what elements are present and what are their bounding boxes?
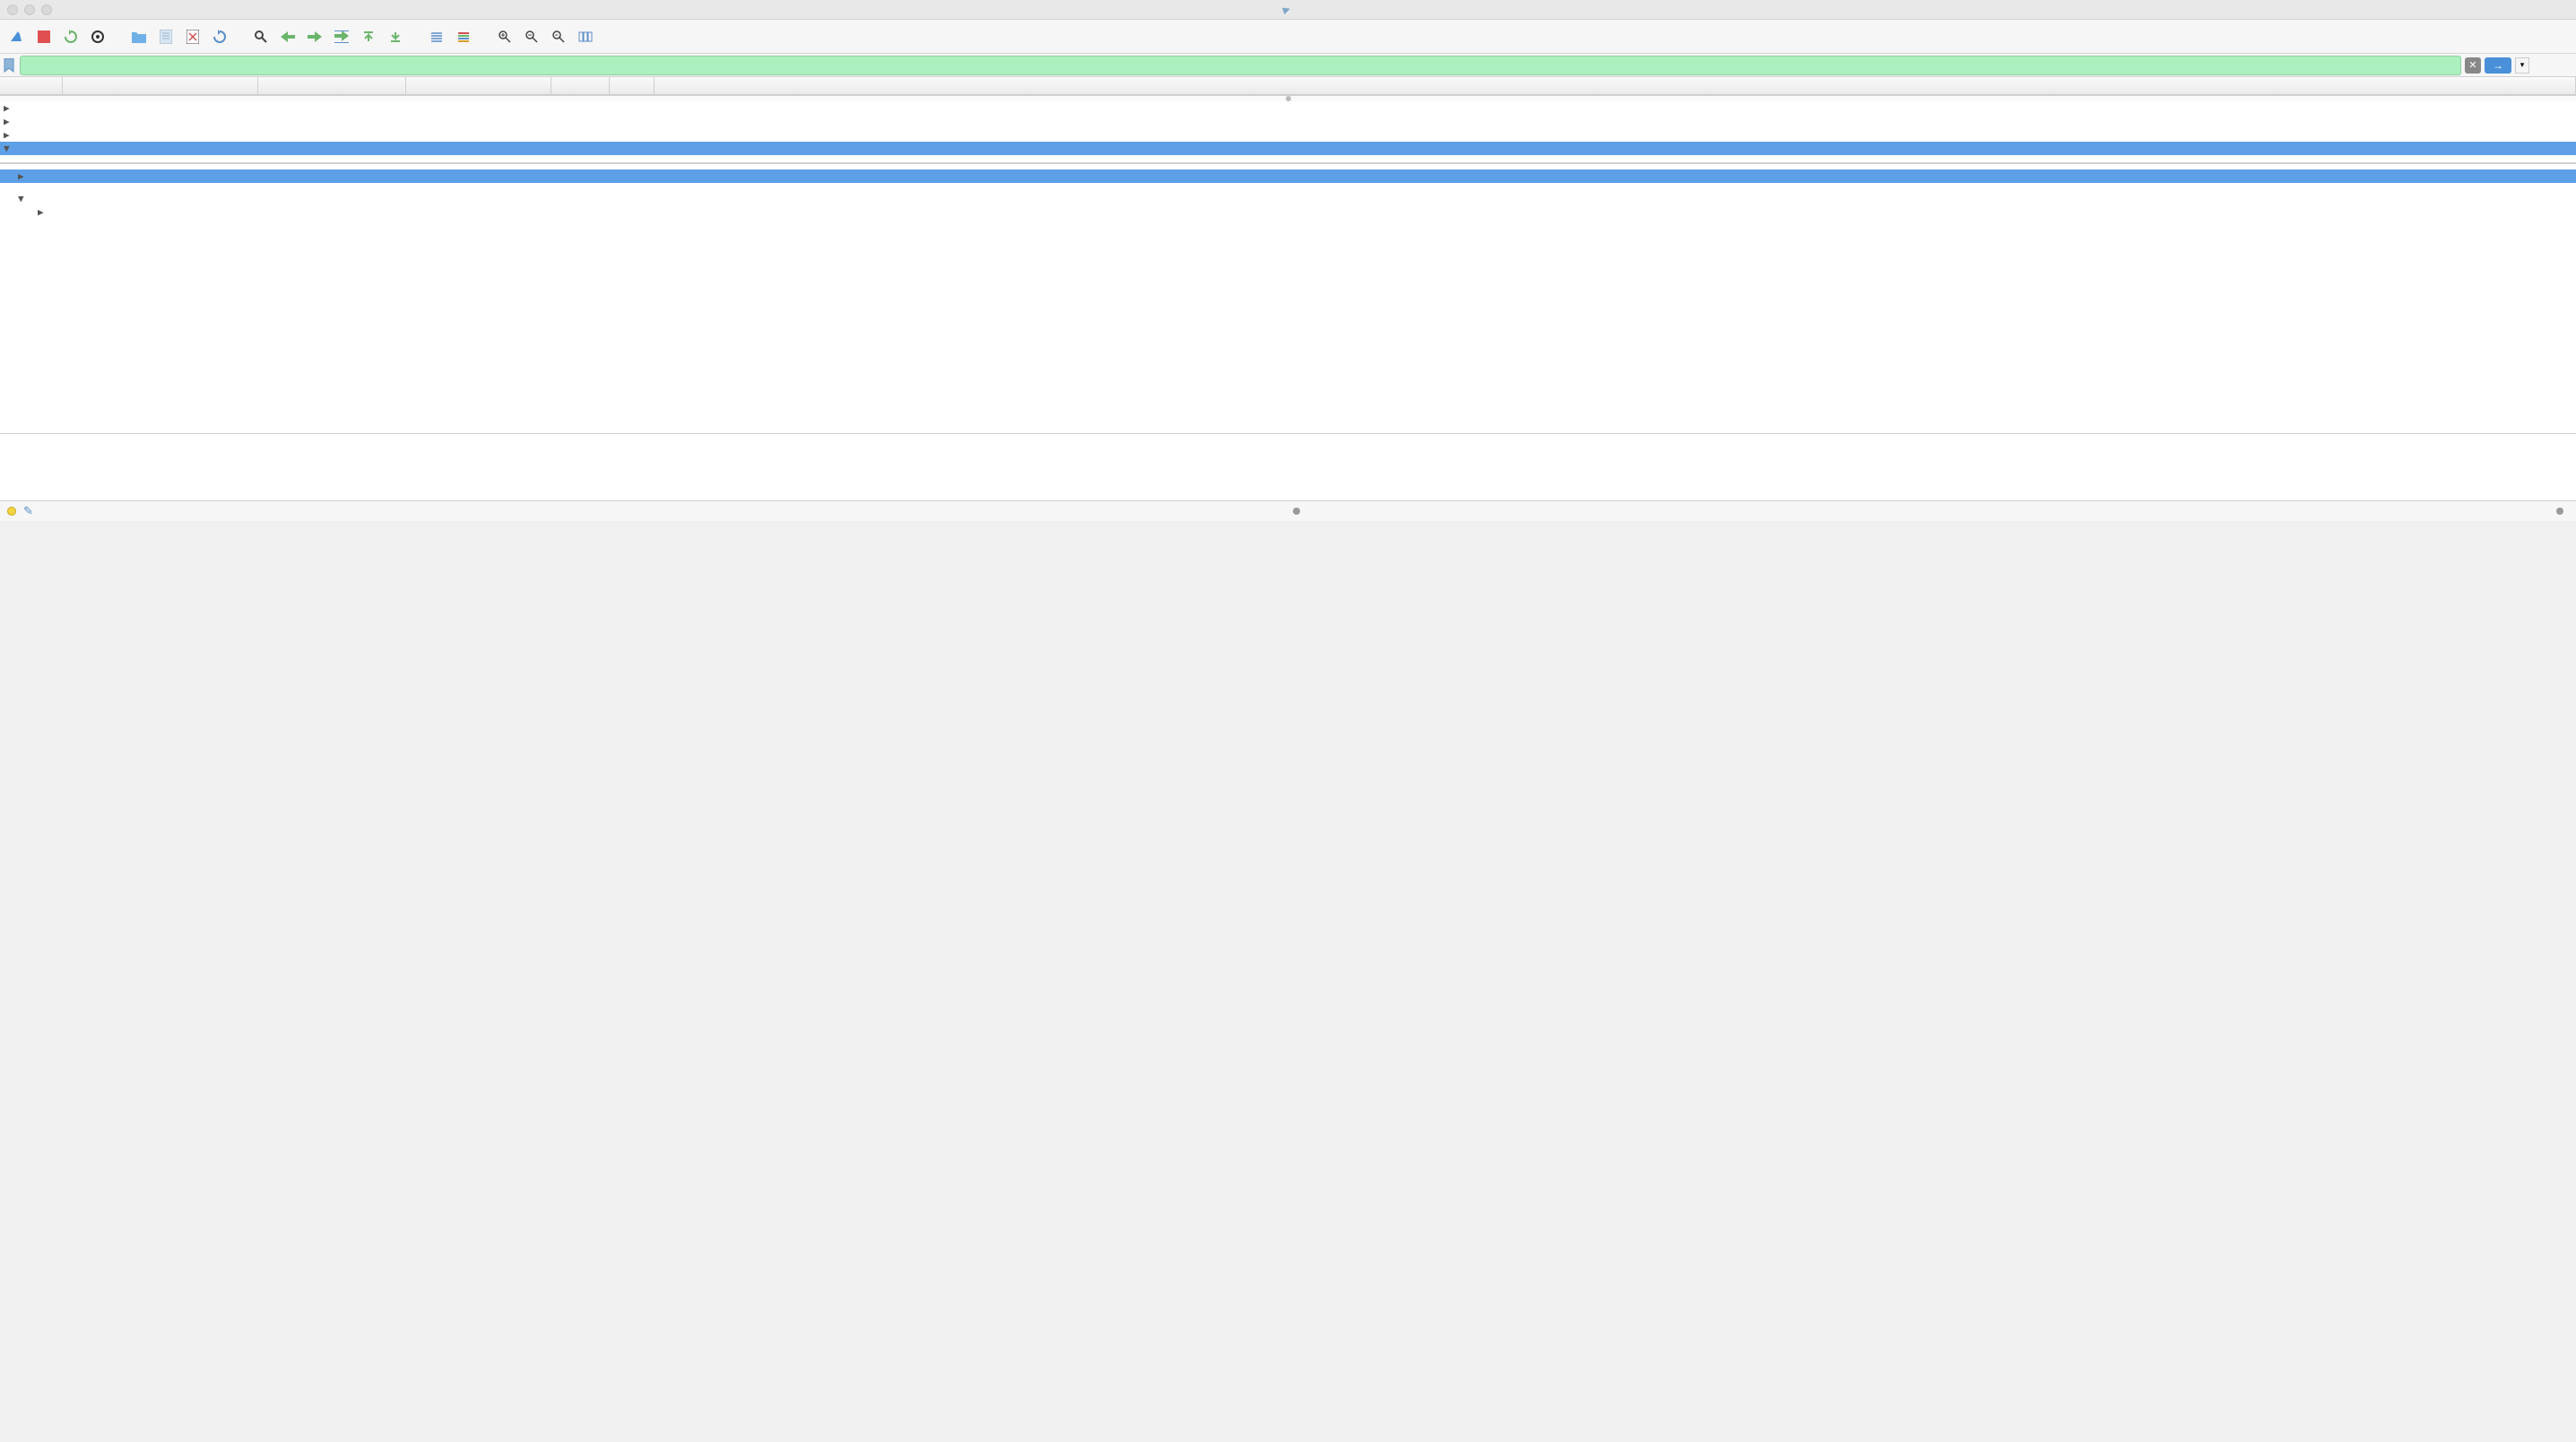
app-icon bbox=[1281, 4, 1290, 13]
column-length[interactable] bbox=[610, 77, 655, 94]
display-filter-input[interactable] bbox=[20, 56, 2461, 75]
expand-icon[interactable]: ▶ bbox=[38, 206, 50, 218]
reload-file-button[interactable] bbox=[208, 25, 231, 48]
expand-icon[interactable]: ▶ bbox=[4, 102, 16, 114]
collapse-icon[interactable]: ▼ bbox=[18, 193, 30, 204]
packet-details-pane: ▶ ▶ ▶ ▼ ▶ ▼ ▶ bbox=[0, 101, 2576, 433]
packet-list-pane bbox=[0, 77, 2576, 96]
status-bar: ✎ bbox=[0, 501, 2576, 521]
detail-mss[interactable]: ▶ bbox=[0, 205, 2576, 219]
detail-ip[interactable]: ▶ bbox=[0, 128, 2576, 142]
expression-button[interactable] bbox=[2533, 56, 2551, 75]
expand-icon[interactable]: ▶ bbox=[18, 170, 30, 182]
column-time[interactable] bbox=[63, 77, 258, 94]
auto-scroll-button[interactable] bbox=[425, 25, 448, 48]
open-file-button[interactable] bbox=[127, 25, 151, 48]
pane-splitter[interactable] bbox=[0, 96, 2576, 101]
bookmark-icon[interactable] bbox=[4, 58, 16, 73]
go-forward-button[interactable] bbox=[303, 25, 326, 48]
expand-icon[interactable]: ▶ bbox=[4, 116, 16, 127]
colorize-button[interactable] bbox=[452, 25, 475, 48]
column-protocol[interactable] bbox=[551, 77, 610, 94]
packet-bytes-pane[interactable] bbox=[0, 433, 2576, 501]
packet-list-header[interactable] bbox=[0, 77, 2576, 95]
shark-fin-icon[interactable] bbox=[5, 25, 29, 48]
svg-text:=: = bbox=[555, 33, 559, 39]
find-packet-button[interactable] bbox=[249, 25, 273, 48]
apply-filter-button[interactable]: → bbox=[2485, 57, 2511, 74]
detail-tcp[interactable]: ▼ bbox=[0, 142, 2576, 155]
detail-flags[interactable]: ▶ bbox=[0, 169, 2576, 183]
go-to-packet-button[interactable] bbox=[330, 25, 353, 48]
save-file-button[interactable] bbox=[154, 25, 178, 48]
expand-icon[interactable]: ▶ bbox=[4, 129, 16, 141]
status-dot-icon bbox=[2556, 508, 2563, 515]
edit-icon[interactable]: ✎ bbox=[23, 504, 33, 518]
title-bar bbox=[0, 0, 2576, 20]
detail-options[interactable]: ▼ bbox=[0, 192, 2576, 205]
go-first-button[interactable] bbox=[357, 25, 380, 48]
filter-bar: ✕ → ▾ bbox=[0, 54, 2576, 77]
expert-info-icon[interactable] bbox=[7, 507, 16, 516]
status-dot-icon bbox=[1293, 508, 1300, 515]
zoom-in-button[interactable] bbox=[493, 25, 516, 48]
go-last-button[interactable] bbox=[384, 25, 407, 48]
column-no[interactable] bbox=[0, 77, 63, 94]
filter-history-dropdown[interactable]: ▾ bbox=[2515, 57, 2529, 74]
stop-capture-button[interactable] bbox=[32, 25, 56, 48]
restart-capture-button[interactable] bbox=[59, 25, 82, 48]
detail-frame[interactable]: ▶ bbox=[0, 101, 2576, 115]
go-back-button[interactable] bbox=[276, 25, 299, 48]
main-toolbar: = bbox=[0, 20, 2576, 54]
zoom-reset-button[interactable]: = bbox=[547, 25, 570, 48]
zoom-out-button[interactable] bbox=[520, 25, 543, 48]
add-filter-button[interactable] bbox=[2554, 56, 2572, 75]
close-file-button[interactable] bbox=[181, 25, 204, 48]
column-destination[interactable] bbox=[406, 77, 551, 94]
column-source[interactable] bbox=[258, 77, 406, 94]
resize-columns-button[interactable] bbox=[574, 25, 597, 48]
clear-filter-button[interactable]: ✕ bbox=[2465, 57, 2481, 74]
collapse-icon[interactable]: ▼ bbox=[4, 143, 16, 154]
window-title bbox=[0, 6, 2576, 13]
detail-ethernet[interactable]: ▶ bbox=[0, 115, 2576, 128]
capture-options-button[interactable] bbox=[86, 25, 109, 48]
column-info[interactable] bbox=[655, 77, 2576, 94]
